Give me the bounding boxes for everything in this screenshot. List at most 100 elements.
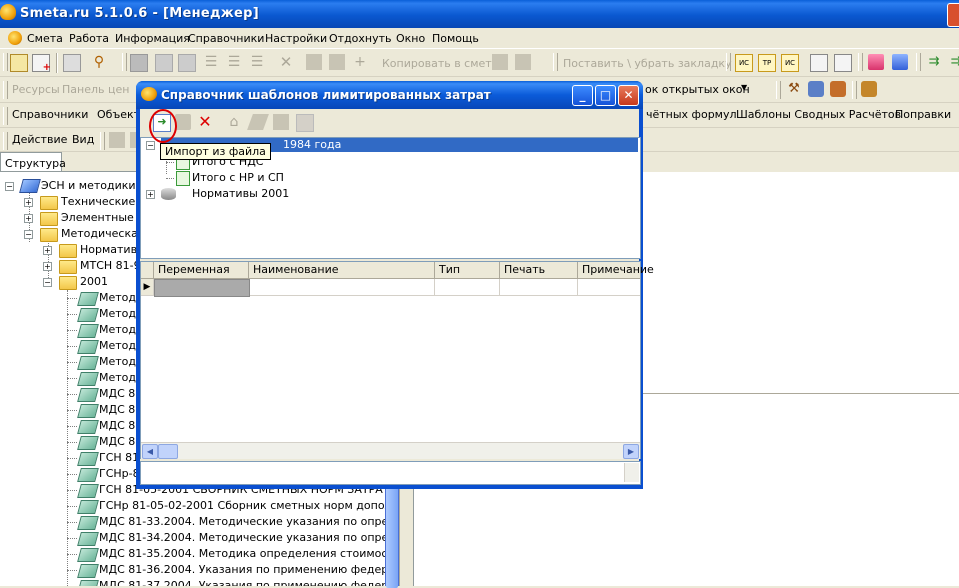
row-indicator-icon: ▶ (141, 279, 154, 295)
resources-button[interactable]: Ресурсы (12, 83, 60, 96)
ic-icon[interactable]: ИС (781, 54, 799, 72)
grid-cell[interactable] (249, 279, 435, 295)
column-header[interactable]: Тип (435, 262, 500, 278)
smeta-menu-icon (8, 31, 22, 45)
tree-item-label: МДС 81-37.2004. Указания по применению ф… (99, 579, 385, 586)
tree-item-label: МДС 81-36.2004. Указания по применению ф… (99, 563, 385, 576)
references-button[interactable]: Справочники (12, 108, 88, 121)
tree-item-label: МДС 81-33.2004. Методические указания по… (99, 515, 385, 528)
delete-icon[interactable] (63, 54, 81, 72)
doc-icon[interactable] (834, 54, 852, 72)
indent-icon[interactable]: ☰ (226, 54, 242, 70)
formulas-button[interactable]: чётных формул (646, 108, 737, 121)
window-title: Smeta.ru 5.1.0.6 - [Менеджер] (20, 6, 259, 21)
status-scrollbar[interactable] (624, 463, 639, 482)
menu-spravochniki[interactable]: Справочники (188, 32, 264, 45)
minimize-button[interactable]: _ (572, 85, 593, 106)
bookmark-button[interactable]: Поставить \ убрать закладку (563, 57, 732, 70)
window-close-button[interactable] (947, 3, 959, 27)
tree-item-label: ЭСН и методики (41, 179, 136, 192)
tab-structure[interactable]: Структура (0, 152, 66, 173)
doc-icon[interactable] (296, 114, 314, 132)
maximize-button[interactable]: □ (595, 85, 616, 106)
menu-informaciya[interactable]: Информация (115, 32, 190, 45)
scroll-right-icon[interactable]: ▶ (623, 444, 639, 459)
dialog-status-field (140, 461, 641, 485)
menu-smeta[interactable]: Смета (27, 32, 63, 45)
menu-otdohnut[interactable]: Отдохнуть (329, 32, 392, 45)
tree-item-label: Технические ч (61, 195, 146, 208)
open-windows-dropdown[interactable]: ок открытых окон (645, 83, 750, 96)
close-button[interactable]: ✕ (618, 85, 639, 106)
truck-icon[interactable] (808, 81, 824, 97)
grid-cell[interactable] (154, 279, 250, 297)
tool-icon[interactable] (155, 54, 173, 72)
table-row[interactable]: ▶ (141, 279, 640, 297)
cut-icon[interactable]: ✕ (278, 54, 294, 70)
column-header[interactable]: Наименование (249, 262, 435, 278)
tree-item-label: МДС 81-35.2004. Методика определения сто… (99, 547, 385, 560)
grid-header: Переменная Наименование Тип Печать Приме… (141, 262, 654, 279)
search-icon[interactable]: ⚲ (91, 54, 107, 70)
column-header[interactable]: Переменная (154, 262, 249, 278)
doc-icon[interactable] (810, 54, 828, 72)
menu-bar: Смета Работа Информация Справочники Наст… (0, 28, 959, 49)
column-header[interactable]: Примечание (578, 262, 654, 278)
tree-item-label: Нормативы 2001 (192, 187, 290, 200)
grid-cell[interactable] (500, 279, 578, 295)
tool-icon[interactable] (178, 54, 196, 72)
arrow-icon[interactable]: ⇉ (948, 54, 959, 70)
tr-icon[interactable]: ТР (758, 54, 776, 72)
tool-icon[interactable] (329, 54, 345, 70)
arrow-icon[interactable]: ⇉ (926, 54, 942, 70)
corrections-button[interactable]: Поправки (895, 108, 951, 121)
export-icon[interactable] (175, 114, 191, 130)
bricks-icon[interactable] (830, 81, 846, 97)
column-header[interactable]: Печать (500, 262, 578, 278)
plus-icon[interactable]: + (352, 54, 368, 70)
add-smeta-icon[interactable]: + (32, 54, 51, 73)
tree-item-label: ГСНр-8 (99, 467, 140, 480)
hammer-icon[interactable]: ⚒ (786, 81, 802, 97)
dialog-body: ➜ ✕ ⌂ Импорт из файла − 1984 года Итого … (140, 109, 654, 485)
chevron-down-icon[interactable]: ▼ (741, 83, 747, 92)
menu-nastroyki[interactable]: Настройки (265, 32, 327, 45)
save-icon[interactable] (130, 54, 148, 72)
machine-icon[interactable] (861, 81, 877, 97)
tree-item-label: ГСНр 81-05-02-2001 Сборник сметных норм … (99, 499, 385, 512)
indent-icon[interactable]: ☰ (249, 54, 265, 70)
home-icon[interactable]: ⌂ (226, 114, 242, 130)
menu-rabota[interactable]: Работа (69, 32, 109, 45)
tool-icon[interactable] (247, 114, 269, 130)
tool-icon[interactable] (492, 54, 508, 70)
price-panel-button[interactable]: Панель цен (62, 83, 129, 96)
grid-cell[interactable] (435, 279, 500, 295)
tab-structure-label: Структура (5, 157, 66, 170)
grid-cell[interactable] (578, 279, 640, 295)
folder-icon[interactable] (109, 132, 125, 148)
scroll-thumb[interactable] (158, 444, 178, 459)
tool-icon[interactable] (273, 114, 289, 130)
menu-pomosch[interactable]: Помощь (432, 32, 479, 45)
tool-icon[interactable] (515, 54, 531, 70)
view-menu[interactable]: Вид (72, 133, 94, 146)
indent-icon[interactable]: ☰ (203, 54, 219, 70)
highlight-circle (149, 109, 177, 143)
copy-to-smeta-button[interactable]: Копировать в смету (382, 57, 498, 70)
tree-item-label: МТСН 81-9 (80, 259, 141, 272)
ic-icon[interactable]: ИС (735, 54, 753, 72)
tool-icon[interactable] (306, 54, 322, 70)
app-icon (141, 87, 157, 101)
dialog-title-bar[interactable]: Справочник шаблонов лимитированных затра… (136, 81, 643, 109)
tooltip: Импорт из файла (160, 143, 271, 160)
book-pink-icon[interactable] (868, 54, 884, 70)
menu-okno[interactable]: Окно (396, 32, 425, 45)
summary-templates-button[interactable]: Шаблоны Сводных Расчётов (736, 108, 901, 121)
action-menu[interactable]: Действие (12, 133, 67, 146)
scroll-left-icon[interactable]: ◀ (142, 444, 158, 459)
new-smeta-icon[interactable] (10, 54, 28, 72)
grid-horizontal-scrollbar[interactable]: ◀ ▶ (141, 442, 640, 459)
objects-button[interactable]: Объект (97, 108, 140, 121)
book-blue-icon[interactable] (892, 54, 908, 70)
delete-icon[interactable]: ✕ (197, 114, 213, 130)
